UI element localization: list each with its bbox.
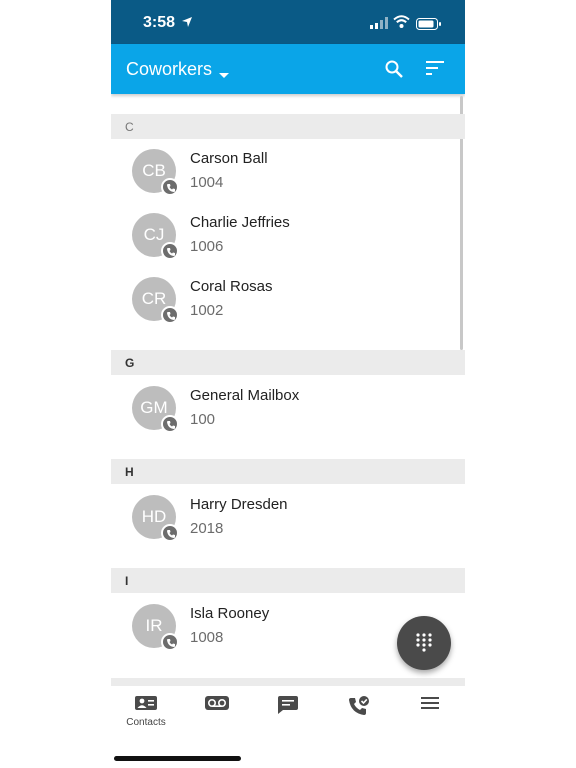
- section-header-g: G: [111, 350, 465, 375]
- section-letter: I: [125, 574, 129, 588]
- menu-icon: [421, 696, 439, 715]
- search-icon[interactable]: [385, 60, 403, 83]
- voicemail-icon: [205, 696, 229, 715]
- status-time: 3:58: [143, 14, 176, 31]
- contact-row[interactable]: HD Harry Dresden 2018: [111, 485, 465, 549]
- call-history-icon: [348, 696, 370, 721]
- section-header-h: H: [111, 459, 465, 484]
- tab-menu[interactable]: [395, 686, 465, 736]
- message-icon: [278, 696, 298, 719]
- dialpad-button[interactable]: [397, 616, 451, 670]
- phone-badge-icon: [161, 415, 179, 433]
- contact-name: Charlie Jeffries: [190, 214, 290, 231]
- section-header-next: [111, 678, 465, 686]
- app-bar: Coworkers: [111, 44, 465, 94]
- cellular-signal-icon: [370, 16, 388, 34]
- wifi-icon: [393, 15, 410, 33]
- contact-name: Carson Ball: [190, 150, 268, 167]
- caret-down-icon[interactable]: [219, 66, 229, 84]
- contact-name: Harry Dresden: [190, 496, 288, 513]
- section-letter: H: [125, 465, 134, 479]
- section-letter: C: [125, 120, 134, 134]
- battery-icon: [416, 17, 442, 35]
- tab-voicemail[interactable]: [182, 686, 252, 736]
- contact-row[interactable]: GM General Mailbox 100: [111, 376, 465, 440]
- contact-list[interactable]: C CB Carson Ball 1004 CJ Charlie Jeffrie…: [111, 94, 465, 686]
- phone-badge-icon: [161, 633, 179, 651]
- dialpad-icon: [416, 633, 432, 652]
- phone-badge-icon: [161, 524, 179, 542]
- phone-badge-icon: [161, 306, 179, 324]
- phone-badge-icon: [161, 178, 179, 196]
- section-header-c: C: [111, 114, 465, 139]
- section-header-i: I: [111, 568, 465, 593]
- contact-name: Isla Rooney: [190, 605, 270, 622]
- contact-extension: 1008: [190, 629, 224, 646]
- contact-extension: 2018: [190, 520, 224, 537]
- coworkers-dropdown[interactable]: Coworkers: [126, 59, 212, 80]
- contact-row[interactable]: CR Coral Rosas 1002: [111, 267, 465, 331]
- tab-contacts[interactable]: Contacts: [111, 686, 181, 736]
- contact-row[interactable]: CB Carson Ball 1004: [111, 139, 465, 203]
- phone-badge-icon: [161, 242, 179, 260]
- contact-row[interactable]: CJ Charlie Jeffries 1006: [111, 203, 465, 267]
- sort-icon[interactable]: [426, 61, 444, 80]
- contact-name: General Mailbox: [190, 387, 300, 404]
- location-arrow-icon: [181, 15, 193, 33]
- tab-call-history[interactable]: [324, 686, 394, 736]
- status-bar: 3:58: [111, 0, 465, 44]
- tab-messages[interactable]: [253, 686, 323, 736]
- home-indicator[interactable]: [114, 756, 241, 761]
- contacts-icon: [135, 696, 157, 715]
- tab-contacts-label: Contacts: [126, 717, 166, 728]
- contact-extension: 1002: [190, 302, 224, 319]
- contact-name: Coral Rosas: [190, 278, 273, 295]
- section-letter: G: [125, 356, 135, 370]
- phone-screen: 3:58 Coworkers C CB Carson Ball 1004 CJ …: [111, 0, 465, 768]
- contact-extension: 100: [190, 411, 216, 428]
- contact-extension: 1006: [190, 238, 224, 255]
- contact-extension: 1004: [190, 174, 224, 191]
